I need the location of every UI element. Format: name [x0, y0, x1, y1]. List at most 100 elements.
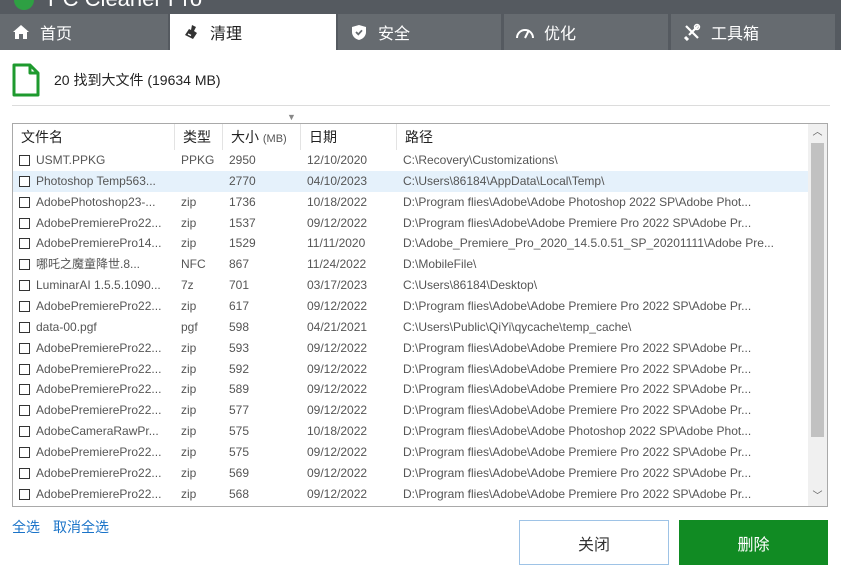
- file-date: 12/10/2020: [307, 153, 368, 167]
- column-header-name[interactable]: 文件名: [13, 124, 175, 150]
- table-row[interactable]: AdobePremierePro14... zip 1529 11/11/2020 D:…: [13, 233, 808, 254]
- file-name-cell: AdobePremierePro22...: [13, 484, 175, 505]
- scroll-up-icon[interactable]: ︿: [808, 124, 827, 142]
- deselect-all-link[interactable]: 取消全选: [53, 517, 109, 537]
- file-type: zip: [181, 194, 197, 209]
- tab-home[interactable]: 首页: [0, 14, 168, 50]
- row-checkbox[interactable]: [19, 405, 30, 417]
- table-row[interactable]: LuminarAI 1.5.5.1090... 7z 701 03/17/2023 C:…: [13, 275, 808, 296]
- file-type: zip: [181, 361, 197, 376]
- tab-toolbox[interactable]: 工具箱: [671, 14, 835, 50]
- row-checkbox[interactable]: [19, 196, 30, 208]
- tab-home-label: 首页: [40, 26, 73, 43]
- file-size: 577: [229, 403, 250, 418]
- row-checkbox[interactable]: [19, 342, 30, 354]
- app-logo-icon: [14, 0, 34, 10]
- table-row[interactable]: AdobePremierePro22... zip 593 09/12/2022 D:\…: [13, 338, 808, 359]
- file-size: 2950: [229, 153, 256, 167]
- column-header-date[interactable]: 日期: [301, 124, 397, 150]
- file-type: [175, 171, 223, 192]
- table-row[interactable]: AdobePremierePro22... zip 575 09/12/2022 D:\…: [13, 442, 808, 463]
- column-header-path[interactable]: 路径: [397, 124, 808, 150]
- row-checkbox[interactable]: [19, 446, 30, 458]
- row-checkbox[interactable]: [19, 155, 30, 166]
- file-name: LuminarAI 1.5.5.1090...: [36, 278, 161, 293]
- row-checkbox[interactable]: [19, 426, 30, 438]
- file-name: AdobePremierePro22...: [36, 361, 162, 376]
- file-size: 575: [229, 424, 250, 439]
- table-row[interactable]: AdobePremierePro22... zip 617 09/12/2022 D:\…: [13, 296, 808, 317]
- file-name: AdobePremierePro22...: [36, 382, 162, 397]
- table-row[interactable]: USMT.PPKG PPKG 2950 12/10/2020 C:\Recovery\C…: [13, 150, 808, 171]
- file-date: 11/24/2022: [307, 257, 367, 272]
- file-name: AdobePremierePro22...: [36, 444, 162, 459]
- file-name: AdobePremierePro22...: [36, 465, 162, 480]
- file-name: AdobeCameraRawPr...: [36, 424, 159, 439]
- close-button[interactable]: 关闭: [519, 520, 669, 565]
- shield-icon: [346, 24, 372, 41]
- tab-security[interactable]: 安全: [338, 14, 501, 50]
- file-name-cell: AdobePremierePro22...: [13, 359, 175, 380]
- table-row[interactable]: AdobePremierePro22... zip 577 09/12/2022 D:\…: [13, 400, 808, 421]
- file-date: 03/17/2023: [307, 278, 368, 293]
- row-checkbox[interactable]: [19, 488, 30, 500]
- divider: [12, 105, 830, 106]
- file-name: AdobePremierePro22...: [36, 215, 162, 230]
- scrollbar-thumb[interactable]: [811, 143, 824, 437]
- row-checkbox[interactable]: [19, 280, 30, 292]
- row-checkbox[interactable]: [19, 238, 30, 250]
- scroll-down-icon[interactable]: ﹀: [808, 488, 827, 506]
- row-checkbox[interactable]: [19, 467, 30, 479]
- file-path: D:\Program flies\Adobe\Adobe Premiere Pr…: [403, 382, 752, 397]
- tab-clean[interactable]: 清理: [170, 14, 336, 50]
- vertical-scrollbar[interactable]: ︿ ﹀: [808, 124, 827, 506]
- table-row[interactable]: AdobePremierePro22... zip 592 09/12/2022 D:\…: [13, 359, 808, 380]
- file-name-cell: AdobePremierePro22...: [13, 213, 175, 234]
- file-name: AdobePremierePro14...: [36, 236, 162, 251]
- file-path: C:\Users\86184\Desktop\: [403, 278, 538, 293]
- column-header-size[interactable]: 大小 (MB): [223, 124, 301, 150]
- table-row[interactable]: AdobePremierePro22... zip 569 09/12/2022 D:\…: [13, 463, 808, 484]
- table-row[interactable]: Photoshop Temp563... 2770 04/10/2023 C:\Use…: [13, 170, 808, 192]
- file-size: 867: [229, 257, 250, 272]
- delete-button[interactable]: 删除: [679, 520, 828, 565]
- file-date: 09/12/2022: [307, 298, 368, 313]
- row-checkbox[interactable]: [19, 175, 30, 187]
- file-size: 1736: [229, 194, 256, 209]
- select-all-link[interactable]: 全选: [12, 517, 40, 537]
- file-type: zip: [181, 236, 197, 251]
- table-row[interactable]: data-00.pgf pgf 598 04/21/2021 C:\Users\Publ…: [13, 317, 808, 338]
- file-name: 哪吒之魔童降世.8...: [36, 257, 141, 272]
- file-date: 11/11/2020: [307, 236, 366, 251]
- tab-optimize[interactable]: 优化: [504, 14, 668, 50]
- table-row[interactable]: AdobePremierePro22... zip 568 09/12/2022 D:\…: [13, 484, 808, 505]
- row-checkbox[interactable]: [19, 321, 30, 333]
- file-name-cell: AdobePremierePro22...: [13, 442, 175, 463]
- table-row[interactable]: AdobeCameraRawPr... zip 575 10/18/2022 D:\Pr…: [13, 421, 808, 442]
- file-name-cell: AdobePremierePro22...: [13, 400, 175, 421]
- file-name-cell: LuminarAI 1.5.5.1090...: [13, 275, 175, 296]
- file-name: AdobePremierePro22...: [36, 486, 162, 501]
- column-header-type[interactable]: 类型: [175, 124, 223, 150]
- file-name: AdobePremierePro22...: [36, 298, 162, 313]
- row-checkbox[interactable]: [19, 259, 30, 271]
- file-name: AdobePremierePro22...: [36, 403, 162, 418]
- file-date: 09/12/2022: [307, 465, 368, 480]
- tab-security-label: 安全: [378, 26, 411, 43]
- file-date: 09/12/2022: [307, 215, 368, 230]
- row-checkbox[interactable]: [19, 363, 30, 375]
- file-size: 701: [229, 278, 250, 293]
- table-row[interactable]: AdobePremierePro22... zip 589 09/12/2022 D:\…: [13, 379, 808, 400]
- table-row[interactable]: AdobePremierePro22... zip 1537 09/12/2022 D:…: [13, 213, 808, 234]
- table-row[interactable]: 哪吒之魔童降世.8... NFC 867 11/24/2022 D:\MobileFil…: [13, 254, 808, 275]
- row-checkbox[interactable]: [19, 217, 30, 229]
- table-row[interactable]: AdobePhotoshop23-... zip 1736 10/18/2022 D:\…: [13, 192, 808, 213]
- file-path: D:\Program flies\Adobe\Adobe Premiere Pr…: [403, 486, 752, 501]
- row-checkbox[interactable]: [19, 300, 30, 312]
- speedometer-icon: [512, 25, 538, 39]
- file-name-cell: AdobePremierePro22...: [13, 379, 175, 400]
- row-checkbox[interactable]: [19, 384, 30, 396]
- file-date: 09/12/2022: [307, 444, 368, 459]
- size-unit: (MB): [262, 133, 287, 145]
- main-tabs: 首页 清理 安全 优化 工具箱: [0, 14, 841, 50]
